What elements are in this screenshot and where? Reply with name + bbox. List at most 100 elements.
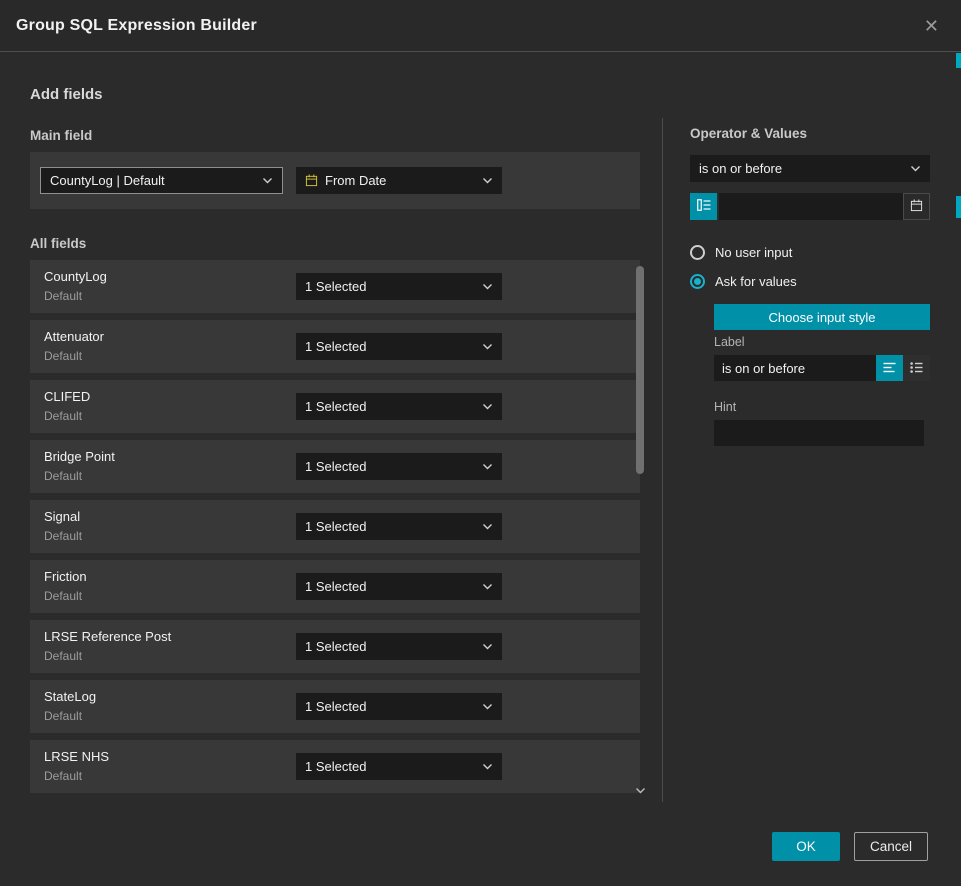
vertical-divider (662, 118, 663, 802)
close-icon: ✕ (924, 16, 939, 36)
field-name: Signal (44, 509, 82, 524)
calendar-picker-button[interactable] (903, 193, 930, 220)
all-fields-list: CountyLog Default 1 Selected Attenuator … (30, 260, 640, 800)
field-values-select-value: 1 Selected (305, 399, 366, 414)
field-values-select-value: 1 Selected (305, 759, 366, 774)
operator-select-value: is on or before (699, 161, 782, 176)
field-values-select[interactable]: 1 Selected (296, 273, 502, 300)
scroll-down-icon[interactable] (634, 784, 647, 796)
chevron-down-icon (482, 343, 493, 350)
field-row-statelog: StateLog Default 1 Selected (30, 680, 640, 733)
field-name: LRSE Reference Post (44, 629, 171, 644)
main-field-panel: CountyLog | Default From Date (30, 152, 640, 209)
field-values-select[interactable]: 1 Selected (296, 573, 502, 600)
operator-select[interactable]: is on or before (690, 155, 930, 182)
field-values-select[interactable]: 1 Selected (296, 693, 502, 720)
chevron-down-icon (482, 177, 493, 184)
field-source: Default (44, 589, 87, 603)
field-name: CountyLog (44, 269, 107, 284)
chevron-down-icon (262, 177, 273, 184)
field-row-signal: Signal Default 1 Selected (30, 500, 640, 553)
chevron-down-icon (482, 403, 493, 410)
edge-accent (956, 196, 961, 218)
field-values-select[interactable]: 1 Selected (296, 633, 502, 660)
field-source: Default (44, 349, 104, 363)
field-name: CLIFED (44, 389, 90, 404)
field-name: StateLog (44, 689, 96, 704)
dialog-title: Group SQL Expression Builder (16, 17, 257, 35)
field-row-bridge-point: Bridge Point Default 1 Selected (30, 440, 640, 493)
chevron-down-icon (482, 583, 493, 590)
field-values-select-value: 1 Selected (305, 699, 366, 714)
field-row-lrse-reference-post: LRSE Reference Post Default 1 Selected (30, 620, 640, 673)
operator-values-heading: Operator & Values (690, 126, 807, 141)
field-source: Default (44, 769, 109, 783)
field-source: Default (44, 529, 82, 543)
scrollbar-thumb[interactable] (636, 266, 644, 474)
field-row-friction: Friction Default 1 Selected (30, 560, 640, 613)
add-fields-heading: Add fields (30, 86, 103, 103)
field-values-select[interactable]: 1 Selected (296, 453, 502, 480)
date-field-select-value: From Date (325, 173, 386, 188)
field-name: Bridge Point (44, 449, 115, 464)
all-fields-heading: All fields (30, 236, 86, 251)
field-source: Default (44, 409, 90, 423)
chevron-down-icon (482, 283, 493, 290)
list-input-style-button[interactable] (903, 355, 930, 381)
chevron-down-icon (482, 643, 493, 650)
date-value-field (719, 193, 930, 220)
list-input-style-icon (910, 361, 923, 376)
field-values-select-value: 1 Selected (305, 279, 366, 294)
date-value-input[interactable] (719, 193, 903, 220)
field-source: Default (44, 469, 115, 483)
field-values-select-value: 1 Selected (305, 459, 366, 474)
label-caption: Label (714, 335, 745, 349)
field-values-select[interactable]: 1 Selected (296, 513, 502, 540)
chevron-down-icon (482, 763, 493, 770)
text-input-style-icon (883, 361, 896, 376)
field-row-countylog: CountyLog Default 1 Selected (30, 260, 640, 313)
date-field-select[interactable]: From Date (296, 167, 502, 194)
field-row-lrse-nhs: LRSE NHS Default 1 Selected (30, 740, 640, 793)
field-values-select[interactable]: 1 Selected (296, 753, 502, 780)
no-user-input-label: No user input (715, 245, 792, 260)
field-source: Default (44, 709, 96, 723)
field-name: Friction (44, 569, 87, 584)
chevron-down-icon (910, 165, 921, 172)
ok-button[interactable]: OK (772, 832, 840, 861)
label-input[interactable] (714, 355, 876, 381)
radio-off-icon (690, 245, 705, 260)
field-values-select[interactable]: 1 Selected (296, 393, 502, 420)
cancel-button[interactable]: Cancel (854, 832, 928, 861)
choose-input-style-button[interactable]: Choose input style (714, 304, 930, 330)
field-source: Default (44, 649, 171, 663)
edge-accent (956, 53, 961, 68)
layer-select[interactable]: CountyLog | Default (40, 167, 283, 194)
main-field-heading: Main field (30, 128, 92, 143)
close-button[interactable]: ✕ (918, 13, 945, 39)
no-user-input-option[interactable]: No user input (690, 245, 792, 260)
ask-for-values-option[interactable]: Ask for values (690, 274, 797, 289)
ask-for-values-label: Ask for values (715, 274, 797, 289)
field-name: LRSE NHS (44, 749, 109, 764)
field-values-select-value: 1 Selected (305, 639, 366, 654)
group-sql-expression-builder-dialog: Group SQL Expression Builder ✕ Add field… (0, 0, 961, 886)
field-values-select-value: 1 Selected (305, 339, 366, 354)
calendar-icon (910, 199, 923, 215)
date-field-calendar-icon (305, 174, 318, 187)
field-source: Default (44, 289, 107, 303)
field-name: Attenuator (44, 329, 104, 344)
field-values-select-value: 1 Selected (305, 579, 366, 594)
relative-date-icon (697, 199, 711, 214)
chevron-down-icon (482, 463, 493, 470)
chevron-down-icon (482, 523, 493, 530)
radio-on-icon (690, 274, 705, 289)
field-values-select-value: 1 Selected (305, 519, 366, 534)
field-values-select[interactable]: 1 Selected (296, 333, 502, 360)
layer-select-value: CountyLog | Default (50, 173, 165, 188)
hint-caption: Hint (714, 400, 736, 414)
relative-date-button[interactable] (690, 193, 717, 220)
dialog-header: Group SQL Expression Builder ✕ (0, 0, 961, 52)
hint-input[interactable] (714, 420, 924, 446)
text-input-style-button[interactable] (876, 355, 903, 381)
